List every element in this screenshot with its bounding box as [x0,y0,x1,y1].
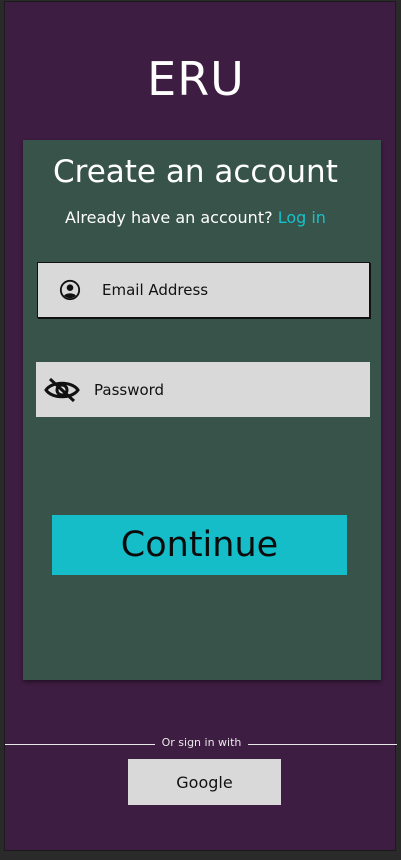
login-prompt-line: Already have an account? Log in [65,208,326,227]
login-link[interactable]: Log in [278,208,326,227]
divider-line-left [5,744,155,745]
signup-card: Create an account Already have an accoun… [23,140,381,680]
eye-off-icon[interactable] [43,376,81,404]
email-field[interactable]: Email Address [37,262,370,318]
password-placeholder: Password [94,380,165,399]
divider-line-right [248,744,397,745]
divider-text: Or sign in with [161,736,242,749]
continue-button[interactable]: Continue [52,515,347,575]
app-title: ERU [147,52,245,106]
google-signin-button[interactable]: Google [128,759,281,805]
email-placeholder: Email Address [102,281,209,299]
social-divider: Or sign in with [5,734,397,754]
card-title: Create an account [53,154,338,190]
login-prompt-text: Already have an account? [65,208,273,227]
user-circle-icon [59,279,81,301]
password-field[interactable]: Password [36,362,370,417]
app-frame: ERU Create an account Already have an ac… [4,1,397,851]
